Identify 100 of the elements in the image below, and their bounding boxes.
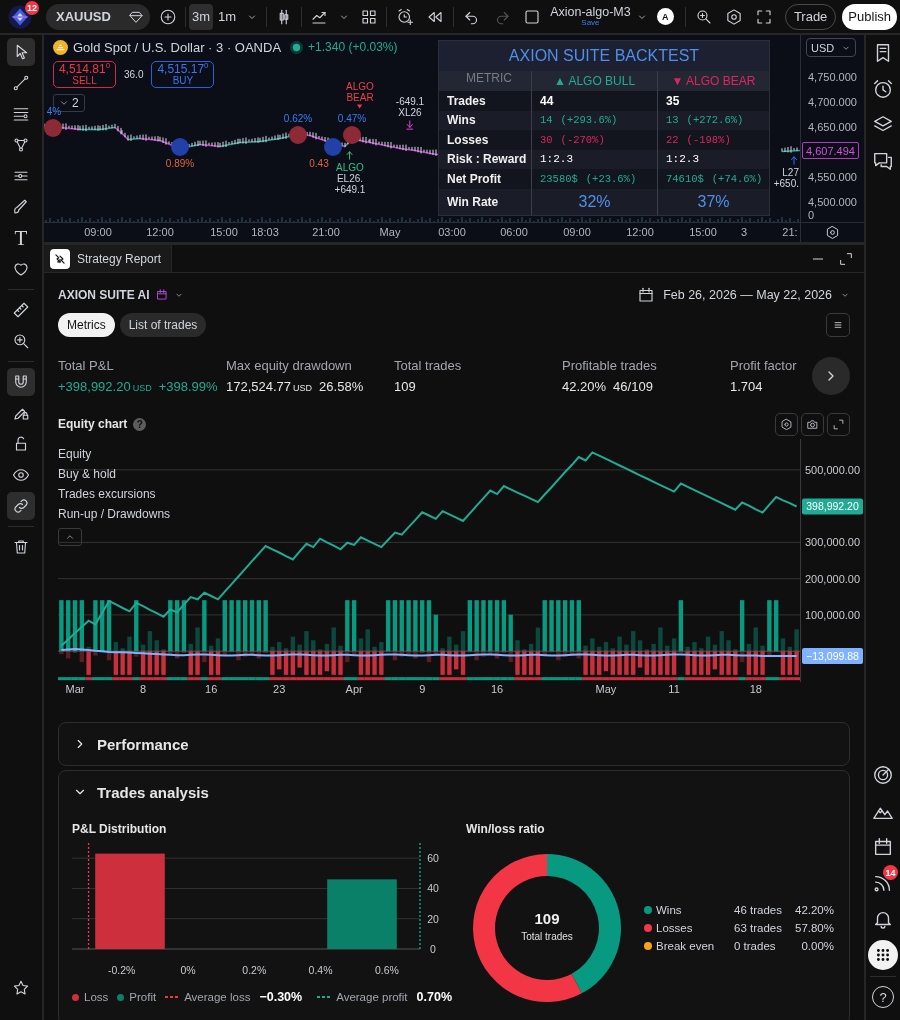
signal-dot-icon bbox=[289, 126, 307, 144]
cell-value: 74610$ bbox=[666, 172, 704, 185]
alarm-plus-icon[interactable] bbox=[396, 7, 415, 26]
maximize-icon[interactable] bbox=[838, 250, 854, 267]
time-label: 12:00 bbox=[626, 226, 654, 238]
save-label[interactable]: Save bbox=[581, 19, 600, 28]
legend-item[interactable]: Buy & hold bbox=[58, 467, 117, 481]
cell-value: 30 bbox=[540, 133, 553, 146]
axis-label: 0.2% bbox=[242, 964, 267, 976]
settings-icon[interactable] bbox=[775, 412, 798, 436]
nodes-icon[interactable] bbox=[12, 136, 30, 154]
price-change: +1.340 (+0.03%) bbox=[308, 40, 398, 54]
notification-badge: 14 bbox=[883, 865, 898, 880]
legend-item[interactable]: Run-up / Drawdowns bbox=[58, 507, 171, 521]
interval-button[interactable]: 1m bbox=[215, 3, 240, 30]
cell-value: 37% bbox=[697, 192, 730, 211]
magnet-icon[interactable] bbox=[7, 368, 35, 396]
metric-label: Total P&L bbox=[58, 358, 115, 373]
currency-unit: USD bbox=[293, 383, 313, 393]
plus-circle-icon[interactable] bbox=[159, 7, 177, 26]
ruler-icon[interactable] bbox=[12, 301, 30, 319]
metric-label: Total trades bbox=[394, 358, 463, 373]
section-header[interactable]: Performance bbox=[59, 723, 849, 765]
trade-count: 46 trades bbox=[734, 904, 783, 916]
signal-dot-icon bbox=[44, 119, 62, 137]
strategy-selector[interactable]: AXION SUITE AI bbox=[58, 288, 184, 302]
brush-icon[interactable] bbox=[12, 198, 30, 216]
axis-label: 16 bbox=[205, 683, 218, 695]
cell-value: 32% bbox=[578, 192, 611, 211]
signal-dot-icon bbox=[171, 138, 189, 156]
strategy-report-tab[interactable]: Strategy Report bbox=[44, 245, 173, 272]
total-label: Total trades bbox=[521, 931, 573, 942]
view-tab[interactable]: Metrics bbox=[58, 313, 115, 337]
camera-icon[interactable] bbox=[801, 412, 824, 436]
row-label: Win Rate bbox=[446, 193, 500, 211]
sell-button[interactable]: 4,514.81$^{0}$ SELL bbox=[53, 61, 116, 88]
interval-button[interactable]: 3m bbox=[189, 3, 214, 30]
apps-grid-icon[interactable] bbox=[868, 940, 898, 970]
view-tab[interactable]: List of trades bbox=[119, 313, 207, 337]
zoom-in-icon[interactable] bbox=[12, 332, 30, 350]
alarm-clock-icon[interactable] bbox=[872, 78, 894, 100]
cursor-icon[interactable] bbox=[7, 38, 35, 66]
buy-button[interactable]: 4,515.17$^{0}$ BUY bbox=[151, 61, 215, 88]
cell-percent: (-198%) bbox=[686, 133, 731, 146]
legend-label: Average loss bbox=[184, 991, 251, 1003]
metric-value: 172,524.77 bbox=[226, 379, 292, 394]
metric-label: Profit factor bbox=[730, 358, 798, 373]
symbol-title[interactable]: Gold Spot / U.S. Dollar · 3 · OANDA bbox=[73, 39, 282, 55]
settings-icon[interactable] bbox=[724, 7, 743, 26]
up-arrow-icon bbox=[345, 148, 355, 162]
cell-percent: (+272.6%) bbox=[686, 114, 744, 127]
up-arrow-icon bbox=[789, 153, 799, 167]
cell-percent: (+23.6%) bbox=[585, 172, 637, 185]
heart-icon[interactable] bbox=[12, 260, 30, 278]
action-button[interactable]: Publish bbox=[842, 3, 897, 30]
axis-label: 9 bbox=[419, 683, 426, 695]
trade-count: 63 trades bbox=[734, 922, 783, 934]
avatar[interactable]: A bbox=[656, 8, 674, 25]
currency-selector[interactable]: USD bbox=[806, 38, 856, 57]
horizontal-lines-icon[interactable] bbox=[12, 105, 30, 123]
layout-name[interactable]: Axion-algo-M3 bbox=[550, 5, 631, 19]
expand-icon[interactable] bbox=[827, 412, 850, 436]
trend-line-icon[interactable] bbox=[12, 74, 30, 92]
price-label: 4,650.000 bbox=[808, 121, 857, 133]
axis-label: May bbox=[595, 683, 617, 695]
grid-icon[interactable] bbox=[360, 7, 379, 26]
fullscreen-icon[interactable] bbox=[754, 7, 773, 26]
row-label: Trades bbox=[446, 92, 487, 110]
coin-icon bbox=[53, 39, 68, 55]
axis-label: 23 bbox=[273, 683, 286, 695]
trash-icon[interactable] bbox=[12, 538, 30, 556]
time-label: 09:00 bbox=[563, 226, 591, 238]
link-icon[interactable] bbox=[7, 492, 35, 520]
legend-item[interactable]: Trades excursions bbox=[58, 487, 156, 501]
legend-label: Loss bbox=[84, 991, 109, 1003]
chart-title: P&L Distribution bbox=[72, 822, 168, 836]
metric-value: +398,992.20 bbox=[58, 379, 131, 394]
eye-icon[interactable] bbox=[12, 466, 30, 484]
calendar-icon[interactable] bbox=[872, 836, 894, 858]
chat-icon[interactable] bbox=[872, 150, 894, 172]
axis-label: 200,000.00 bbox=[805, 572, 861, 585]
chevron-down-icon bbox=[59, 98, 69, 108]
legend-item[interactable]: Equity bbox=[58, 447, 92, 461]
list-view-icon[interactable] bbox=[826, 313, 850, 337]
row-label: Risk : Reward bbox=[446, 151, 528, 169]
star-icon[interactable] bbox=[12, 979, 30, 997]
axis-label: 0 bbox=[430, 943, 436, 955]
target-icon[interactable] bbox=[872, 764, 894, 786]
section-header[interactable]: Trades analysis bbox=[59, 771, 849, 813]
date-range-selector[interactable]: Feb 26, 2026 — May 22, 2026 bbox=[637, 286, 850, 304]
time-label: 15:00 bbox=[689, 226, 717, 238]
axis-label: 20 bbox=[427, 912, 439, 925]
currency-unit: USD bbox=[132, 383, 152, 393]
last-price-tag: 4,607.494 bbox=[802, 142, 859, 159]
cell-value: 44 bbox=[540, 93, 554, 108]
search-icon[interactable] bbox=[694, 7, 713, 26]
text-tool-button[interactable]: T bbox=[7, 224, 35, 252]
cell-value: 23580$ bbox=[540, 172, 578, 185]
symbol-search-button[interactable]: XAUUSD bbox=[46, 3, 150, 30]
row-label: Losses bbox=[446, 131, 490, 149]
